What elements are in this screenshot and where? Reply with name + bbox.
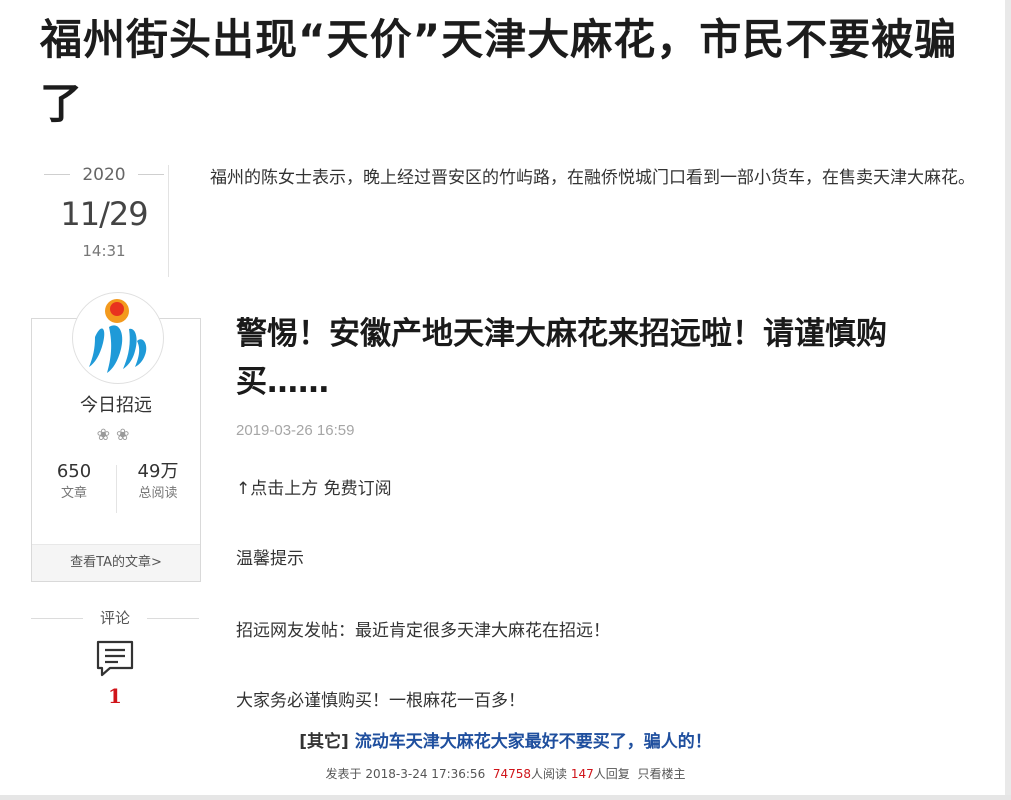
- divider: [138, 174, 164, 175]
- article-paragraph: ↑点击上方 免费订阅: [236, 479, 392, 499]
- author-profile-card: 今日招远 ❀❀ 650 文章 49万 总阅读 查看TA的文章>: [31, 292, 201, 582]
- headline: 福州街头出现“天价”天津大麻花，市民不要被骗了: [40, 15, 958, 128]
- date-time: 14:31: [82, 242, 126, 260]
- rank-badge-icon: ❀❀: [96, 425, 136, 444]
- comment-section: 评论 1: [31, 606, 199, 708]
- article-title: 警惕！安徽产地天津大麻花来招远啦！请谨慎购买……: [236, 316, 887, 400]
- forum-post-link[interactable]: 流动车天津大麻花大家最好不要买了，骗人的！: [355, 732, 712, 752]
- author-only-link[interactable]: 只看楼主: [637, 767, 685, 781]
- divider: [147, 618, 199, 619]
- date-day: 11/29: [60, 195, 148, 233]
- post-date: 2020 11/29 14:31: [40, 160, 168, 276]
- comment-icon[interactable]: [96, 640, 134, 678]
- stat-articles: 650 文章: [32, 459, 116, 503]
- articles-label: 文章: [60, 486, 87, 501]
- reads-label: 总阅读: [138, 486, 178, 501]
- read-count: 74758: [492, 767, 532, 781]
- page-frame-bottom: [0, 795, 1011, 800]
- article-paragraph: 温馨提示: [236, 549, 304, 569]
- forum-post-meta: 发表于 2018-3-24 17:36:56 74758人阅读 147人回复 只…: [0, 764, 1011, 784]
- articles-count: 650: [56, 461, 92, 482]
- posted-prefix: 发表于: [325, 767, 362, 781]
- divider: [44, 174, 70, 175]
- article-date: 2019-03-26 16:59: [236, 422, 355, 439]
- logo-avatar-icon[interactable]: [72, 292, 164, 384]
- read-suffix: 人阅读: [531, 767, 568, 781]
- forum-category[interactable]: [其它]: [299, 732, 349, 752]
- posted-time: 2018-3-24 17:36:56: [365, 767, 486, 781]
- date-divider: [168, 165, 169, 277]
- article-paragraph: 招远网友发帖：最近肯定很多天津大麻花在招远！: [236, 621, 610, 641]
- view-articles-link[interactable]: 查看TA的文章>: [32, 544, 200, 581]
- reads-count: 49万: [137, 461, 179, 482]
- author-name[interactable]: 今日招远: [32, 391, 200, 417]
- page-frame-right: [1005, 0, 1011, 800]
- stat-reads: 49万 总阅读: [116, 459, 200, 503]
- forum-post-title: [其它] 流动车天津大麻花大家最好不要买了，骗人的！: [0, 728, 1011, 756]
- article-paragraph: 大家务必谨慎购买！一根麻花一百多！: [236, 691, 525, 711]
- divider: [31, 618, 83, 619]
- date-year: 2020: [82, 165, 126, 185]
- comment-title-row: 评论: [31, 606, 199, 630]
- comment-title: 评论: [99, 609, 130, 627]
- author-stats: 650 文章 49万 总阅读: [32, 459, 200, 517]
- date-year-row: 2020: [40, 160, 168, 190]
- comment-count[interactable]: 1: [31, 684, 199, 708]
- reply-count: 147: [570, 767, 594, 781]
- intro-paragraph: 福州的陈女士表示，晚上经过晋安区的竹屿路，在融侨悦城门口看到一部小货车，在售卖天…: [210, 168, 975, 188]
- reply-suffix: 人回复: [593, 767, 630, 781]
